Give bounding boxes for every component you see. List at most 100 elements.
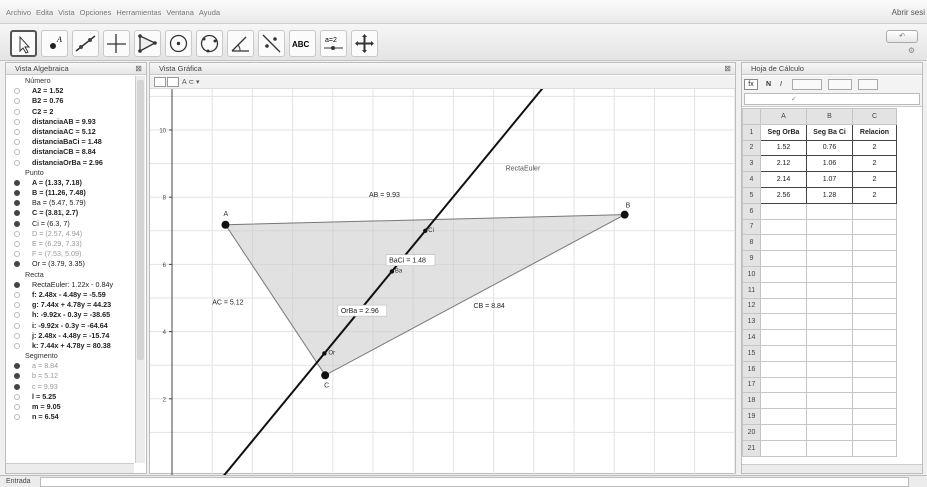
bold-button[interactable]: N — [766, 79, 771, 90]
sheet-cell[interactable] — [852, 297, 897, 315]
sheet-cell[interactable]: Seg Ba Ci — [806, 123, 853, 141]
triangle-polygon[interactable] — [224, 214, 625, 376]
sheet-cell[interactable]: 1.06 — [806, 155, 853, 173]
menu-item[interactable]: Edita — [36, 8, 53, 17]
visibility-toggle-icon[interactable] — [14, 302, 20, 309]
sheet-row-header[interactable]: 7 — [742, 218, 761, 236]
move-view-tool-button[interactable] — [351, 30, 378, 57]
polygon-tool-button[interactable] — [134, 30, 161, 57]
menu-item[interactable]: Archivo — [6, 8, 31, 17]
sheet-cell[interactable]: Relacion — [852, 123, 897, 141]
menu-item[interactable]: Vista — [58, 8, 75, 17]
sheet-cell[interactable] — [760, 360, 807, 378]
sheet-cell[interactable]: 2 — [852, 186, 897, 204]
sheet-corner[interactable] — [742, 108, 761, 125]
menu-item[interactable]: Ayuda — [199, 8, 220, 17]
sheet-cell[interactable] — [852, 250, 897, 267]
circle-tool-button[interactable] — [165, 30, 192, 57]
sheet-cell[interactable] — [852, 360, 897, 378]
sheet-cell[interactable] — [760, 202, 807, 220]
visibility-toggle-icon[interactable] — [14, 108, 20, 115]
sheet-cell[interactable] — [852, 392, 897, 410]
visibility-toggle-icon[interactable] — [14, 261, 20, 268]
visibility-toggle-icon[interactable] — [14, 190, 20, 197]
point-tool-button[interactable]: A — [41, 30, 68, 57]
vertical-scrollbar[interactable] — [135, 76, 145, 463]
line-tool-button[interactable] — [72, 30, 99, 57]
move-tool-button[interactable] — [10, 30, 37, 57]
visibility-toggle-icon[interactable] — [14, 393, 20, 400]
visibility-toggle-icon[interactable] — [14, 210, 20, 217]
algebra-item[interactable]: g: 7.44x + 4.78y = 44.23 — [6, 300, 134, 310]
point-ci[interactable] — [423, 228, 428, 233]
algebra-item[interactable]: distanciaOrBa = 2.96 — [6, 158, 134, 168]
sheet-cell[interactable] — [760, 329, 807, 346]
sheet-cell[interactable] — [852, 313, 897, 331]
sheet-row-header[interactable]: 2 — [742, 139, 761, 157]
point-b[interactable] — [620, 210, 629, 219]
algebra-item[interactable]: i: -9.92x - 0.3y = -64.64 — [6, 321, 134, 331]
algebra-item[interactable]: distanciaAB = 9.93 — [6, 117, 134, 127]
close-icon[interactable]: ⊠ — [135, 63, 142, 75]
algebra-item[interactable]: D = (2.57, 4.94) — [6, 229, 134, 239]
sheet-cell[interactable] — [852, 234, 897, 252]
sheet-row-header[interactable]: 1 — [742, 123, 761, 141]
cell-input-field[interactable]: ✓ — [744, 93, 920, 105]
sheet-cell[interactable] — [760, 408, 807, 425]
sheet-cell[interactable]: 0.76 — [806, 139, 853, 157]
sheet-row-header[interactable]: 9 — [742, 250, 761, 267]
sheet-row-header[interactable]: 15 — [742, 344, 761, 362]
sheet-cell[interactable]: 2 — [852, 155, 897, 173]
sheet-cell[interactable] — [760, 297, 807, 315]
sheet-cell[interactable] — [806, 439, 853, 457]
sheet-cell[interactable] — [760, 313, 807, 331]
confirm-check-icon[interactable]: ✓ — [791, 95, 797, 103]
algebra-item[interactable]: Or = (3.79, 3.35) — [6, 259, 134, 269]
algebra-item[interactable]: E = (6.29, 7.33) — [6, 239, 134, 249]
sheet-row-header[interactable]: 11 — [742, 281, 761, 299]
function-button[interactable]: fx — [744, 79, 758, 90]
point-capture-icon[interactable]: A ⊂ ▾ — [182, 78, 200, 86]
visibility-toggle-icon[interactable] — [14, 118, 20, 125]
visibility-toggle-icon[interactable] — [14, 414, 20, 421]
sheet-cell[interactable]: Seg OrBa — [760, 123, 807, 141]
point-a[interactable] — [221, 220, 230, 229]
visibility-toggle-icon[interactable] — [14, 230, 20, 237]
scrollbar-thumb[interactable] — [137, 80, 144, 360]
menu-item[interactable]: Ventana — [166, 8, 194, 17]
border-button[interactable] — [858, 79, 878, 90]
point-or[interactable] — [322, 351, 327, 356]
sheet-row-header[interactable]: 14 — [742, 329, 761, 346]
sheet-row-header[interactable]: 4 — [742, 171, 761, 188]
visibility-toggle-icon[interactable] — [14, 159, 20, 166]
visibility-toggle-icon[interactable] — [14, 98, 20, 105]
algebra-item[interactable]: C2 = 2 — [6, 107, 134, 117]
visibility-toggle-icon[interactable] — [14, 373, 20, 380]
algebra-item[interactable]: Ba = (5.47, 5.79) — [6, 198, 134, 208]
visibility-toggle-icon[interactable] — [14, 291, 20, 298]
algebra-item[interactable]: l = 5.25 — [6, 392, 134, 402]
algebra-item[interactable]: h: -9.92x - 0.3y = -38.65 — [6, 310, 134, 320]
input-field[interactable] — [40, 477, 909, 487]
algebra-item[interactable]: F = (7.53, 5.09) — [6, 249, 134, 259]
sheet-cell[interactable] — [852, 344, 897, 362]
background-color-button[interactable] — [828, 79, 852, 90]
sheet-cell[interactable] — [760, 344, 807, 362]
sheet-cell[interactable] — [806, 265, 853, 283]
italic-button[interactable]: I — [780, 79, 782, 90]
algebra-item[interactable]: RectaEuler: 1.22x - 0.84y — [6, 280, 134, 290]
sheet-cell[interactable] — [760, 234, 807, 252]
angle-tool-button[interactable] — [227, 30, 254, 57]
horizontal-scrollbar[interactable] — [742, 464, 922, 473]
sheet-cell[interactable] — [852, 408, 897, 425]
login-link[interactable]: Abrir sesi — [892, 8, 925, 17]
sheet-cell[interactable]: 1.52 — [760, 139, 807, 157]
slider-tool-button[interactable]: a=2 — [320, 30, 347, 57]
sheet-cell[interactable] — [852, 376, 897, 394]
visibility-toggle-icon[interactable] — [14, 342, 20, 349]
algebra-item[interactable]: C = (3.81, 2.7) — [6, 208, 134, 218]
sheet-cell[interactable] — [760, 218, 807, 236]
sheet-row-header[interactable]: 17 — [742, 376, 761, 394]
visibility-toggle-icon[interactable] — [14, 312, 20, 319]
sheet-cell[interactable] — [806, 313, 853, 331]
